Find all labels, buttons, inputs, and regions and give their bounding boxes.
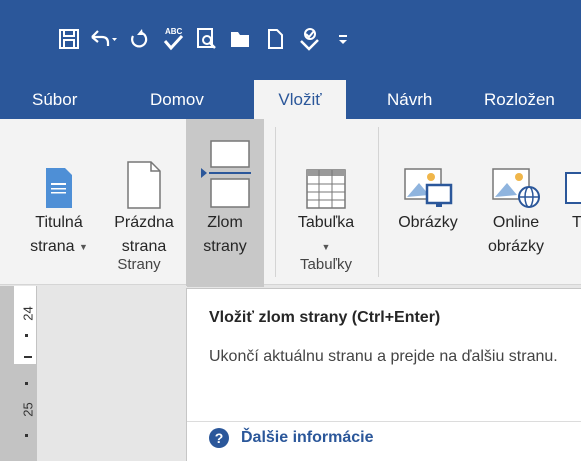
tab-layout[interactable]: Rozložen	[480, 80, 559, 119]
screen-tip-title: Vložiť zlom strany (Ctrl+Enter)	[209, 309, 441, 326]
undo-icon[interactable]	[86, 22, 120, 56]
pictures-label: Obrázky	[398, 214, 458, 231]
cover-page-label-1: Titulná	[35, 214, 83, 231]
page-break-label-1: Zlom	[207, 214, 243, 231]
online-pictures-icon	[491, 119, 541, 211]
ruler-tick	[24, 356, 32, 358]
quick-access-toolbar: ABC	[0, 0, 581, 80]
ruler-number: 24	[20, 306, 36, 321]
help-icon: ?	[209, 428, 229, 448]
spelling-icon[interactable]: ABC	[156, 22, 190, 56]
cover-page-button[interactable]: Titulná strana ▼	[14, 119, 104, 259]
online-pictures-label-2: obrázky	[487, 238, 545, 255]
more-info-label: Ďalšie informácie	[241, 429, 374, 446]
save-icon[interactable]	[52, 22, 86, 56]
vertical-ruler: 24 25	[0, 286, 37, 461]
group-separator	[275, 127, 276, 277]
tab-file[interactable]: Súbor	[28, 80, 81, 119]
more-info-link[interactable]: ? Ďalšie informácie	[209, 428, 374, 448]
cover-page-icon	[45, 119, 73, 211]
new-document-icon[interactable]	[258, 22, 292, 56]
ruler-dot	[25, 434, 28, 437]
blank-page-icon	[127, 119, 161, 211]
cover-page-label-2: strana	[30, 238, 75, 256]
page-break-icon	[199, 119, 251, 211]
screen-tip-description: Ukončí aktuálnu stranu a prejde na ďalši…	[209, 348, 558, 365]
ruler-number: 25	[20, 402, 36, 417]
blank-page-button[interactable]: Prázdna strana	[104, 119, 184, 259]
screen-tip-divider	[187, 421, 581, 422]
ruler-margin-area	[14, 286, 36, 364]
svg-text:ABC: ABC	[165, 27, 183, 36]
chevron-down-icon: ▼	[79, 242, 88, 252]
pictures-button[interactable]: Obrázky	[383, 119, 473, 235]
document-area	[37, 286, 187, 461]
group-label-pages: Strany	[117, 256, 161, 273]
open-folder-icon[interactable]	[224, 22, 258, 56]
tab-home[interactable]: Domov	[146, 80, 208, 119]
tab-design[interactable]: Návrh	[383, 80, 436, 119]
online-pictures-button[interactable]: Online obrázky	[475, 119, 557, 259]
screen-tip: Vložiť zlom strany (Ctrl+Enter) Ukončí a…	[186, 288, 581, 461]
blank-page-label-1: Prázdna	[114, 214, 174, 231]
customize-qat-icon[interactable]	[326, 22, 360, 56]
redo-icon[interactable]	[122, 22, 156, 56]
online-pictures-label-1: Online	[492, 214, 540, 231]
ribbon-tabs: Súbor Domov Vložiť Návrh Rozložen	[0, 80, 581, 119]
table-label: Tabuľka	[297, 214, 355, 231]
tab-insert[interactable]: Vložiť	[254, 80, 346, 119]
ribbon-insert: Titulná strana ▼ Prázdna strana Zlom str…	[0, 119, 581, 287]
ruler-dot	[25, 382, 28, 385]
touch-mode-icon[interactable]	[292, 22, 326, 56]
group-label-tables: Tabuľky	[300, 256, 352, 273]
print-preview-icon[interactable]	[190, 22, 224, 56]
group-separator	[378, 127, 379, 277]
ruler-dot	[25, 334, 28, 337]
pictures-icon	[403, 119, 453, 211]
table-button[interactable]: Tabuľka ▼	[280, 119, 372, 259]
shapes-label: T	[572, 214, 581, 231]
shapes-button-partial[interactable]: T	[560, 119, 581, 235]
chevron-down-icon: ▼	[321, 242, 331, 252]
table-icon	[306, 119, 346, 211]
shapes-icon	[560, 119, 581, 211]
